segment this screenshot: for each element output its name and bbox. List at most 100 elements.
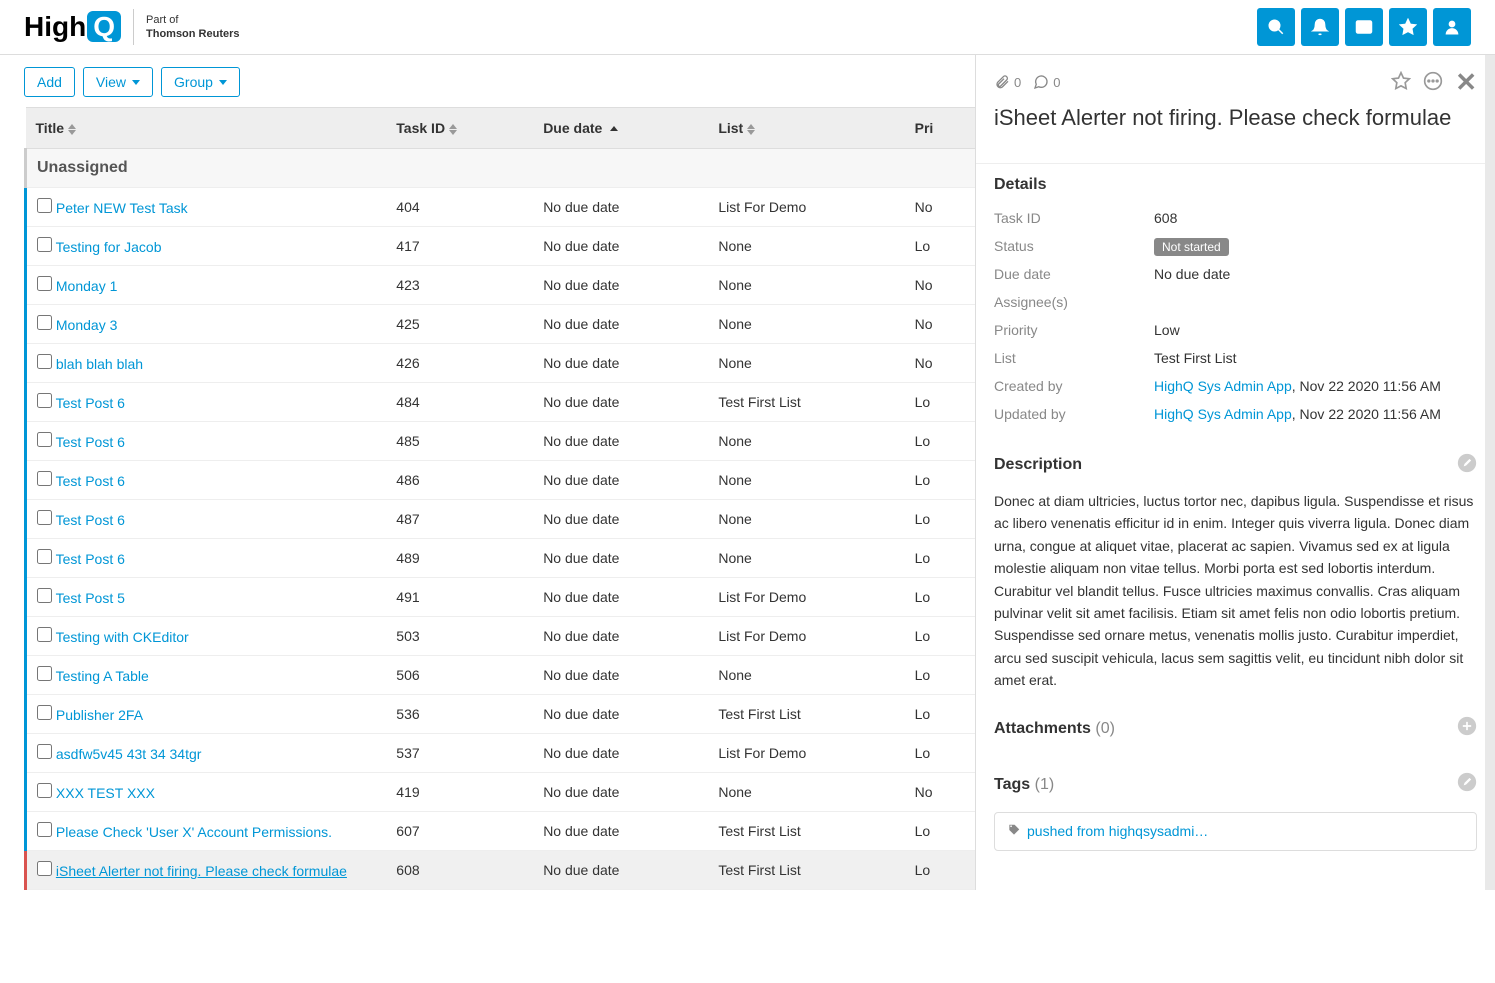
cell-task-id: 426 (386, 344, 533, 383)
table-row[interactable]: Peter NEW Test Task404No due dateList Fo… (26, 188, 976, 227)
cell-priority: Lo (905, 539, 975, 578)
row-checkbox[interactable] (37, 783, 52, 798)
row-checkbox[interactable] (37, 705, 52, 720)
row-checkbox[interactable] (37, 744, 52, 759)
table-row[interactable]: asdfw5v45 43t 34 34tgr537No due dateList… (26, 734, 976, 773)
topbar: HighQ Part of Thomson Reuters (0, 0, 1495, 55)
tag-item[interactable]: pushed from highqsysadmi… (994, 812, 1477, 851)
column-task-id[interactable]: Task ID (386, 108, 533, 149)
favorite-toggle[interactable] (1391, 71, 1411, 94)
row-checkbox[interactable] (37, 276, 52, 291)
task-title-link[interactable]: XXX TEST XXX (56, 785, 155, 801)
cell-list: Test First List (708, 695, 904, 734)
row-checkbox[interactable] (37, 432, 52, 447)
comments-counter[interactable]: 0 (1033, 74, 1060, 90)
row-checkbox[interactable] (37, 549, 52, 564)
table-row[interactable]: Publisher 2FA536No due dateTest First Li… (26, 695, 976, 734)
created-by-user-link[interactable]: HighQ Sys Admin App (1154, 378, 1292, 394)
row-checkbox[interactable] (37, 198, 52, 213)
table-row[interactable]: Monday 3425No due dateNoneNo (26, 305, 976, 344)
column-priority[interactable]: Pri (905, 108, 975, 149)
column-title[interactable]: Title (26, 108, 387, 149)
add-button[interactable]: Add (24, 67, 75, 97)
cell-list: None (708, 500, 904, 539)
task-title-link[interactable]: Test Post 6 (56, 395, 125, 411)
task-title-link[interactable]: Test Post 5 (56, 590, 125, 606)
row-checkbox[interactable] (37, 822, 52, 837)
row-checkbox[interactable] (37, 627, 52, 642)
task-title-link[interactable]: Test Post 6 (56, 551, 125, 567)
task-title-link[interactable]: Test Post 6 (56, 473, 125, 489)
table-row[interactable]: blah blah blah426No due dateNoneNo (26, 344, 976, 383)
close-button[interactable]: ✕ (1455, 69, 1477, 95)
search-button[interactable] (1257, 8, 1295, 46)
group-dropdown[interactable]: Group (161, 67, 240, 97)
column-list[interactable]: List (708, 108, 904, 149)
column-due-date[interactable]: Due date (533, 108, 708, 149)
cell-due-date: No due date (533, 422, 708, 461)
task-title-link[interactable]: blah blah blah (56, 356, 143, 372)
task-title-link[interactable]: Publisher 2FA (56, 707, 143, 723)
row-checkbox[interactable] (37, 510, 52, 525)
row-checkbox[interactable] (37, 666, 52, 681)
row-checkbox[interactable] (37, 354, 52, 369)
view-dropdown[interactable]: View (83, 67, 153, 97)
edit-tags-button[interactable] (1457, 772, 1477, 795)
task-title-link[interactable]: Monday 3 (56, 317, 117, 333)
more-actions[interactable] (1423, 71, 1443, 94)
favorites-button[interactable] (1389, 8, 1427, 46)
table-row[interactable]: Test Post 5491No due dateList For DemoLo (26, 578, 976, 617)
task-title-link[interactable]: Peter NEW Test Task (56, 200, 188, 216)
comment-icon (1033, 74, 1049, 90)
row-checkbox[interactable] (37, 861, 52, 876)
task-title-link[interactable]: Test Post 6 (56, 512, 125, 528)
field-created-by: Created byHighQ Sys Admin App, Nov 22 20… (994, 372, 1477, 400)
cell-list: List For Demo (708, 734, 904, 773)
cell-due-date: No due date (533, 695, 708, 734)
table-row[interactable]: Testing with CKEditor503No due dateList … (26, 617, 976, 656)
table-row[interactable]: iSheet Alerter not firing. Please check … (26, 851, 976, 890)
table-row[interactable]: Testing for Jacob417No due dateNoneLo (26, 227, 976, 266)
paperclip-icon (994, 74, 1010, 90)
cell-due-date: No due date (533, 578, 708, 617)
task-title-link[interactable]: iSheet Alerter not firing. Please check … (56, 863, 347, 879)
cell-task-id: 608 (386, 851, 533, 890)
row-checkbox[interactable] (37, 393, 52, 408)
table-row[interactable]: Test Post 6485No due dateNoneLo (26, 422, 976, 461)
task-title-link[interactable]: Monday 1 (56, 278, 117, 294)
cell-list: None (708, 656, 904, 695)
row-checkbox[interactable] (37, 471, 52, 486)
attachments-counter[interactable]: 0 (994, 74, 1021, 90)
task-title-link[interactable]: Testing A Table (56, 668, 149, 684)
profile-button[interactable] (1433, 8, 1471, 46)
updated-by-user-link[interactable]: HighQ Sys Admin App (1154, 406, 1292, 422)
table-row[interactable]: Please Check 'User X' Account Permission… (26, 812, 976, 851)
table-row[interactable]: XXX TEST XXX419No due dateNoneNo (26, 773, 976, 812)
row-checkbox[interactable] (37, 237, 52, 252)
cell-task-id: 503 (386, 617, 533, 656)
table-row[interactable]: Testing A Table506No due dateNoneLo (26, 656, 976, 695)
edit-description-button[interactable] (1457, 453, 1477, 476)
cell-list: Test First List (708, 851, 904, 890)
task-title-link[interactable]: Testing for Jacob (56, 239, 162, 255)
add-attachment-button[interactable] (1457, 716, 1477, 739)
scrollbar[interactable] (1485, 55, 1495, 890)
table-row[interactable]: Monday 1423No due dateNoneNo (26, 266, 976, 305)
table-row[interactable]: Test Post 6486No due dateNoneLo (26, 461, 976, 500)
cell-list: None (708, 266, 904, 305)
table-row[interactable]: Test Post 6487No due dateNoneLo (26, 500, 976, 539)
cell-list: None (708, 461, 904, 500)
task-title-link[interactable]: Testing with CKEditor (56, 629, 189, 645)
notifications-button[interactable] (1301, 8, 1339, 46)
row-checkbox[interactable] (37, 588, 52, 603)
task-title-link[interactable]: asdfw5v45 43t 34 34tgr (56, 746, 202, 762)
cell-priority: Lo (905, 656, 975, 695)
messages-button[interactable] (1345, 8, 1383, 46)
row-checkbox[interactable] (37, 315, 52, 330)
task-title-link[interactable]: Test Post 6 (56, 434, 125, 450)
task-title-link[interactable]: Please Check 'User X' Account Permission… (56, 824, 332, 840)
star-outline-icon (1391, 71, 1411, 91)
cell-due-date: No due date (533, 656, 708, 695)
table-row[interactable]: Test Post 6489No due dateNoneLo (26, 539, 976, 578)
table-row[interactable]: Test Post 6484No due dateTest First List… (26, 383, 976, 422)
